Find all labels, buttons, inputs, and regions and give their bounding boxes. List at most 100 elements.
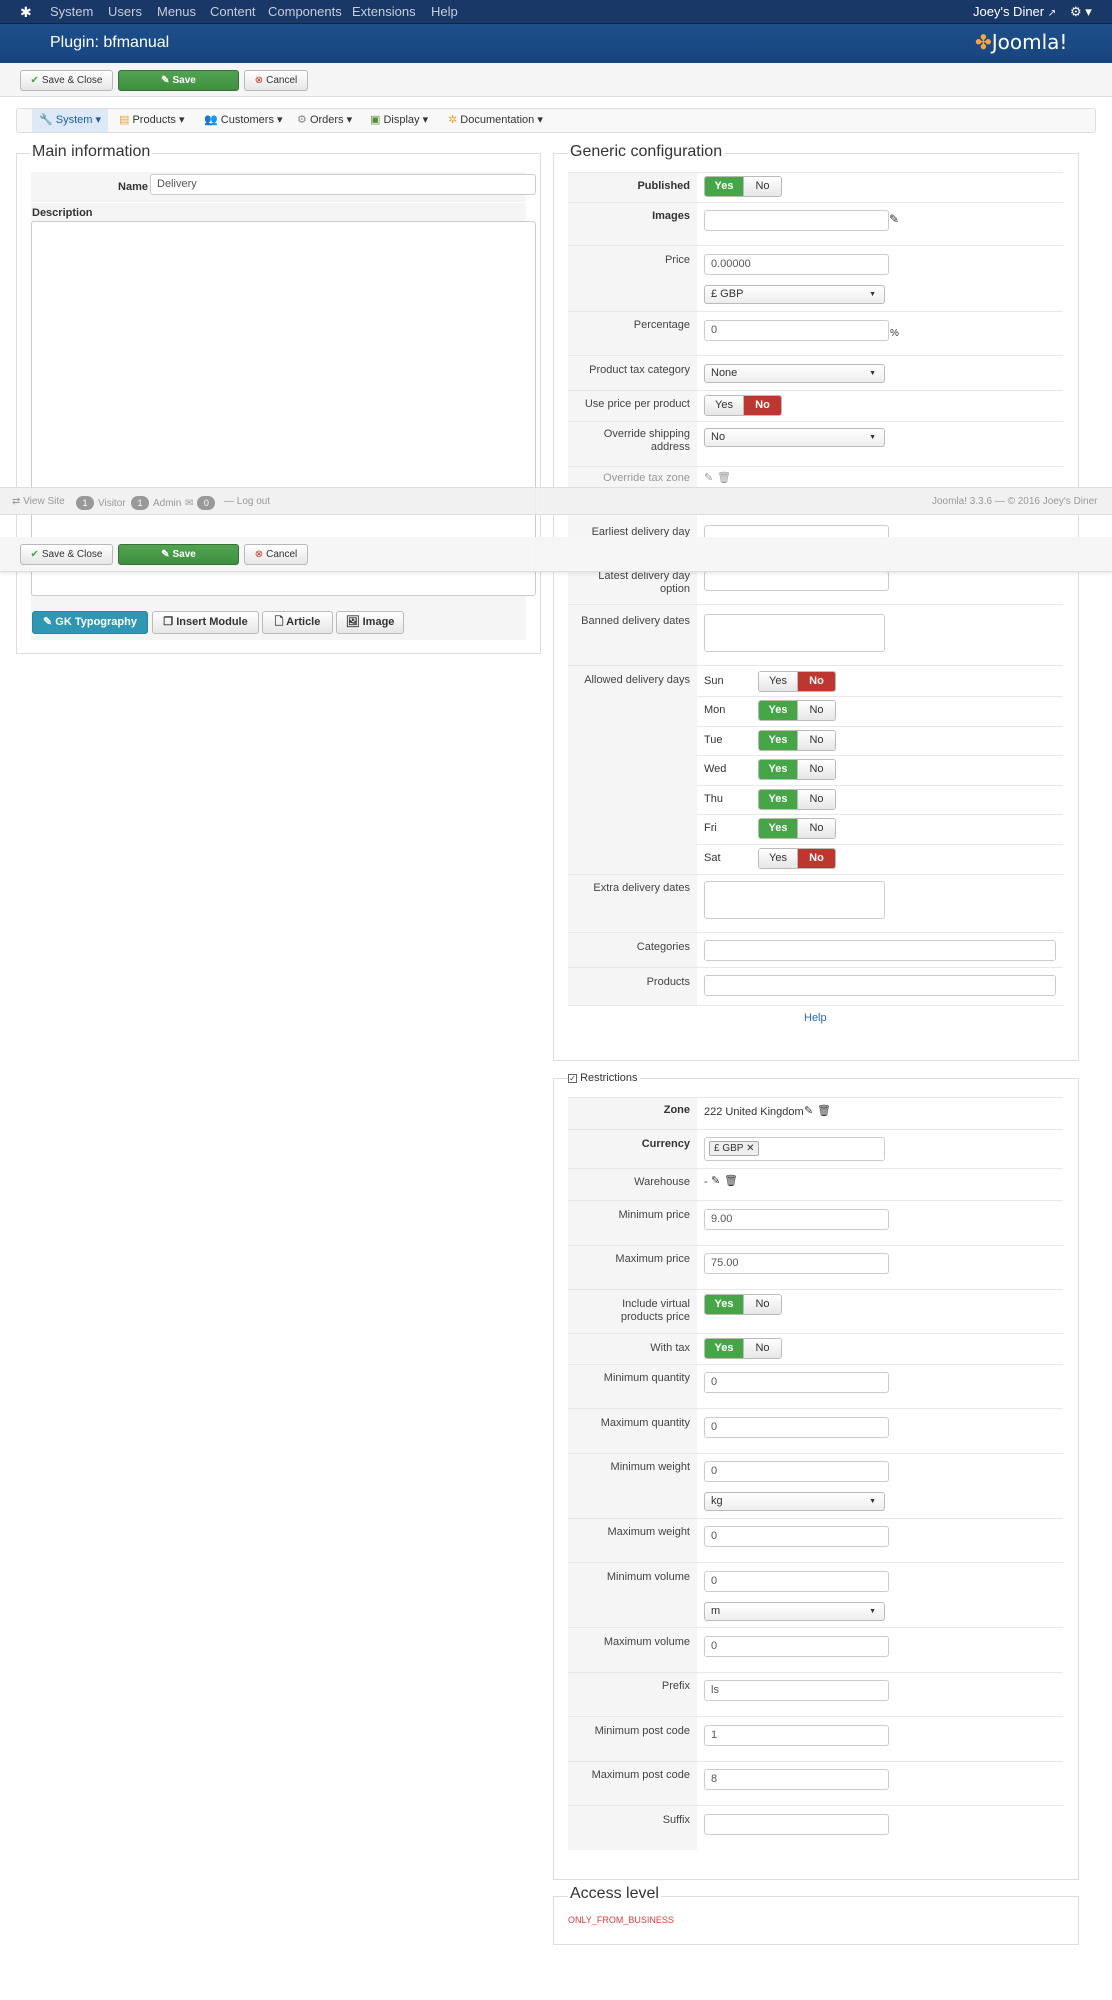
edit-warehouse-icon[interactable]: ✎ — [711, 1174, 720, 1187]
volume-unit-select[interactable]: m — [704, 1602, 885, 1621]
day-fri-no[interactable]: No — [797, 819, 835, 838]
products-input[interactable] — [704, 975, 1056, 996]
min-weight-input[interactable]: 0 — [704, 1461, 889, 1482]
day-tue-toggle[interactable]: Yes No — [758, 730, 836, 751]
day-sun-no[interactable]: No — [797, 672, 835, 691]
override-shipping-select[interactable]: No — [704, 428, 885, 447]
day-mon-toggle[interactable]: Yes No — [758, 700, 836, 721]
site-name-link[interactable]: Joey's Diner ↗ — [973, 0, 1056, 24]
max-volume-input[interactable]: 0 — [704, 1636, 889, 1657]
day-thu-toggle[interactable]: Yes No — [758, 789, 836, 810]
day-fri-yes[interactable]: Yes — [759, 819, 797, 838]
edit-tax-zone-icon[interactable]: ✎ — [704, 471, 713, 484]
max-price-input[interactable]: 75.00 — [704, 1253, 889, 1274]
categories-input[interactable] — [704, 940, 1056, 961]
save-button[interactable]: ✎ Save — [118, 70, 239, 91]
max-weight-input[interactable]: 0 — [704, 1526, 889, 1547]
include-virtual-toggle[interactable]: Yes No — [704, 1294, 782, 1315]
day-wed-toggle[interactable]: Yes No — [758, 759, 836, 780]
sticky-cancel-button[interactable]: ⊗ Cancel — [244, 544, 308, 565]
include-virtual-no[interactable]: No — [743, 1295, 781, 1314]
delete-tax-zone-icon[interactable]: 🗑 — [717, 471, 731, 484]
include-virtual-yes[interactable]: Yes — [705, 1295, 743, 1314]
name-input[interactable]: Delivery — [150, 174, 536, 195]
latest-delivery-input[interactable] — [704, 571, 889, 591]
menu-system[interactable]: System — [50, 0, 93, 24]
day-tue-no[interactable]: No — [797, 731, 835, 750]
min-qty-input[interactable]: 0 — [704, 1372, 889, 1393]
price-per-product-no[interactable]: No — [743, 396, 781, 415]
price-per-product-toggle[interactable]: Yes No — [704, 395, 782, 416]
day-sun-toggle[interactable]: Yes No — [758, 671, 836, 692]
submenu-products[interactable]: ▤ Products ▾ — [119, 109, 184, 132]
view-site-link[interactable]: ⇄ View Site — [12, 496, 65, 507]
image-button[interactable]: 🖼 Image — [336, 611, 404, 634]
weight-unit-select[interactable]: kg — [704, 1492, 885, 1511]
remove-tag-icon[interactable]: ✕ — [746, 1143, 754, 1154]
save-close-button[interactable]: ✔ Save & Close — [20, 70, 113, 91]
suffix-input[interactable] — [704, 1814, 889, 1835]
delete-zone-icon[interactable]: 🗑 — [817, 1104, 831, 1117]
day-thu-yes[interactable]: Yes — [759, 790, 797, 809]
sticky-save-close-button[interactable]: ✔ Save & Close — [20, 544, 113, 565]
min-price-input[interactable]: 9.00 — [704, 1209, 889, 1230]
submenu-system[interactable]: 🔧 System ▾ — [32, 109, 109, 132]
help-link[interactable]: Help — [804, 1012, 827, 1024]
logout-link[interactable]: — Log out — [224, 496, 270, 507]
joomla-logo-icon[interactable]: ✱ — [20, 0, 36, 24]
sticky-save-button[interactable]: ✎ Save — [118, 544, 239, 565]
day-fri-toggle[interactable]: Yes No — [758, 818, 836, 839]
day-wed-yes[interactable]: Yes — [759, 760, 797, 779]
extra-dates-textarea[interactable] — [704, 881, 885, 919]
insert-module-button[interactable]: ❐ Insert Module — [152, 611, 259, 634]
published-toggle[interactable]: Yes No — [704, 176, 782, 197]
min-volume-input[interactable]: 0 — [704, 1571, 889, 1592]
day-sun-yes[interactable]: Yes — [759, 672, 797, 691]
currency-select[interactable]: £ GBP — [704, 285, 885, 304]
menu-menus[interactable]: Menus — [157, 0, 196, 24]
menu-users[interactable]: Users — [108, 0, 142, 24]
percentage-input[interactable]: 0 — [704, 320, 889, 341]
published-yes[interactable]: Yes — [705, 177, 743, 196]
submenu-documentation[interactable]: ✲ Documentation ▾ — [448, 109, 543, 132]
day-sat-no[interactable]: No — [797, 849, 835, 868]
menu-help[interactable]: Help — [431, 0, 458, 24]
gk-typography-button[interactable]: ✎ GK Typography — [32, 611, 148, 634]
with-tax-toggle[interactable]: Yes No — [704, 1338, 782, 1359]
edit-zone-icon[interactable]: ✎ — [804, 1104, 813, 1117]
menu-content[interactable]: Content — [210, 0, 256, 24]
day-tue-yes[interactable]: Yes — [759, 731, 797, 750]
edit-images-icon[interactable]: ✎ — [889, 212, 899, 226]
with-tax-yes[interactable]: Yes — [705, 1339, 743, 1358]
images-input[interactable] — [704, 210, 889, 231]
min-post-input[interactable]: 1 — [704, 1725, 889, 1746]
day-mon-yes[interactable]: Yes — [759, 701, 797, 720]
cancel-button[interactable]: ⊗ Cancel — [244, 70, 308, 91]
prefix-input[interactable]: ls — [704, 1680, 889, 1701]
day-thu-no[interactable]: No — [797, 790, 835, 809]
submenu-display[interactable]: ▣ Display ▾ — [370, 109, 428, 132]
divider — [568, 874, 1063, 875]
day-mon-no[interactable]: No — [797, 701, 835, 720]
max-post-input[interactable]: 8 — [704, 1769, 889, 1790]
restrictions-checkbox[interactable]: ✓ — [568, 1074, 577, 1083]
delete-warehouse-icon[interactable]: 🗑 — [724, 1174, 738, 1187]
tax-category-select[interactable]: None — [704, 364, 885, 383]
settings-gear-icon[interactable]: ⚙ ▾ — [1070, 0, 1092, 24]
day-sat-yes[interactable]: Yes — [759, 849, 797, 868]
article-button[interactable]: 🗋 Article — [262, 611, 333, 634]
submenu-orders[interactable]: ⚙ Orders ▾ — [297, 109, 352, 132]
day-wed-no[interactable]: No — [797, 760, 835, 779]
published-no[interactable]: No — [743, 177, 781, 196]
price-per-product-yes[interactable]: Yes — [705, 396, 743, 415]
max-post-label: Maximum post code — [591, 1769, 690, 1781]
max-qty-input[interactable]: 0 — [704, 1417, 889, 1438]
messages-status[interactable]: ✉ 0 — [185, 496, 219, 510]
banned-dates-textarea[interactable] — [704, 614, 885, 652]
menu-components[interactable]: Components — [268, 0, 342, 24]
with-tax-no[interactable]: No — [743, 1339, 781, 1358]
submenu-customers[interactable]: 👥 Customers ▾ — [204, 109, 283, 132]
price-input[interactable]: 0.00000 — [704, 254, 889, 275]
day-sat-toggle[interactable]: Yes No — [758, 848, 836, 869]
menu-extensions[interactable]: Extensions — [352, 0, 416, 24]
